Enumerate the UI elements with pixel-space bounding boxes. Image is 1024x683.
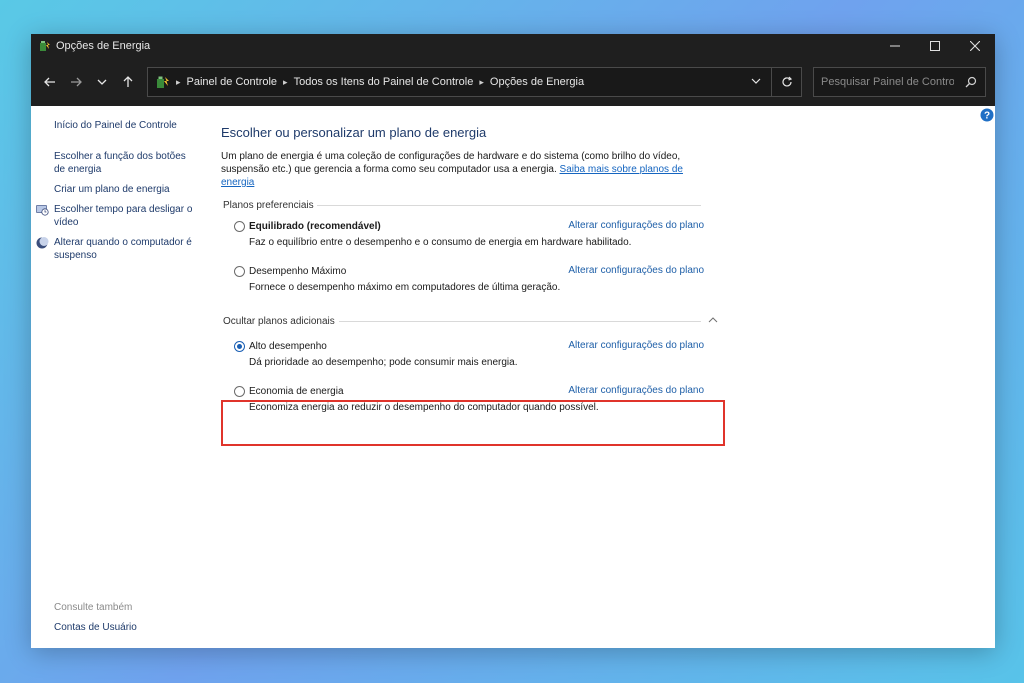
- plan-description: Fornece o desempenho máximo em computado…: [249, 282, 561, 293]
- page-title: Escolher ou personalizar um plano de ene…: [221, 125, 487, 140]
- sidebar-item-label: Alterar quando o computador é suspenso: [54, 237, 192, 261]
- breadcrumb-separator-icon: ▸: [176, 76, 181, 87]
- preferred-plans-label: Planos preferenciais: [223, 200, 314, 211]
- close-icon: [970, 41, 980, 51]
- change-plan-settings-link[interactable]: Alterar configurações do plano: [568, 220, 704, 231]
- search-input[interactable]: [814, 76, 954, 88]
- plan-high-performance: Alto desempenho Alterar configurações do…: [234, 340, 704, 368]
- address-dropdown-button[interactable]: [751, 76, 761, 89]
- content-area: Início do Painel de Controle Escolher a …: [31, 106, 995, 648]
- plan-name[interactable]: Alto desempenho: [249, 341, 327, 352]
- search-box[interactable]: [813, 67, 986, 97]
- minimize-icon: [890, 45, 900, 47]
- plan-description: Faz o equilíbrio entre o desempenho e o …: [249, 237, 632, 248]
- power-options-icon: [40, 41, 50, 51]
- control-panel-icon: [157, 76, 169, 88]
- search-icon[interactable]: [965, 76, 977, 88]
- see-also-label: Consulte também: [54, 602, 133, 613]
- plan-power-saver-radio[interactable]: [234, 386, 245, 397]
- plan-name[interactable]: Equilibrado (recomendável): [249, 221, 381, 232]
- plan-name[interactable]: Economia de energia: [249, 386, 344, 397]
- recent-locations-button[interactable]: [89, 69, 115, 95]
- maximize-icon: [930, 41, 940, 51]
- back-button[interactable]: [37, 69, 63, 95]
- hide-additional-plans-label[interactable]: Ocultar planos adicionais: [223, 316, 335, 327]
- plan-name[interactable]: Desempenho Máximo: [249, 266, 346, 277]
- breadcrumb-power-options[interactable]: Opções de Energia: [490, 76, 584, 88]
- window-controls: [875, 34, 995, 58]
- title-bar: Opções de Energia: [31, 34, 995, 58]
- moon-icon: [36, 237, 49, 249]
- close-button[interactable]: [955, 34, 995, 58]
- group-divider: [317, 205, 701, 206]
- address-bar[interactable]: ▸ Painel de Controle ▸ Todos os Itens do…: [147, 67, 802, 97]
- plan-ultimate-radio[interactable]: [234, 266, 245, 277]
- plan-description: Economiza energia ao reduzir o desempenh…: [249, 402, 599, 413]
- chevron-up-icon[interactable]: [708, 316, 718, 324]
- sidebar-link-create-plan[interactable]: Criar um plano de energia: [54, 183, 170, 196]
- plan-high-performance-radio[interactable]: [234, 341, 245, 352]
- arrow-up-icon: [123, 76, 133, 87]
- breadcrumb-separator-icon: ▸: [479, 76, 484, 87]
- power-options-window: Opções de Energia ▸ Painel de Controle ▸…: [31, 34, 995, 648]
- arrow-right-icon: [71, 77, 82, 87]
- breadcrumb-all-items[interactable]: Todos os Itens do Painel de Controle: [294, 76, 474, 88]
- breadcrumb-control-panel[interactable]: Painel de Controle: [187, 76, 278, 88]
- sidebar-link-home[interactable]: Início do Painel de Controle: [54, 119, 177, 132]
- refresh-icon: [781, 76, 792, 87]
- change-plan-settings-link[interactable]: Alterar configurações do plano: [568, 340, 704, 351]
- group-divider: [339, 321, 701, 322]
- up-button[interactable]: [115, 69, 141, 95]
- plan-power-saver: Economia de energia Alterar configuraçõe…: [234, 385, 704, 413]
- plan-balanced-radio[interactable]: [234, 221, 245, 232]
- svg-text:?: ?: [984, 111, 990, 122]
- monitor-clock-icon: [36, 205, 49, 216]
- sidebar-link-sleep[interactable]: Alterar quando o computador é suspenso: [35, 236, 199, 262]
- help-icon[interactable]: ?: [980, 108, 994, 122]
- change-plan-settings-link[interactable]: Alterar configurações do plano: [568, 265, 704, 276]
- refresh-button[interactable]: [771, 68, 801, 96]
- sidebar-link-display-off[interactable]: Escolher tempo para desligar o vídeo: [35, 203, 199, 229]
- change-plan-settings-link[interactable]: Alterar configurações do plano: [568, 385, 704, 396]
- sidebar-link-power-buttons[interactable]: Escolher a função dos botões de energia: [54, 150, 199, 176]
- forward-button[interactable]: [63, 69, 89, 95]
- sidebar-link-user-accounts[interactable]: Contas de Usuário: [54, 621, 137, 634]
- maximize-button[interactable]: [915, 34, 955, 58]
- chevron-down-icon: [751, 78, 761, 84]
- plan-description: Dá prioridade ao desempenho; pode consum…: [249, 357, 518, 368]
- plan-balanced: Equilibrado (recomendável) Alterar confi…: [234, 220, 704, 248]
- minimize-button[interactable]: [875, 34, 915, 58]
- chevron-down-icon: [97, 79, 107, 85]
- navigation-bar: ▸ Painel de Controle ▸ Todos os Itens do…: [31, 58, 995, 106]
- sidebar: Início do Painel de Controle Escolher a …: [31, 106, 209, 648]
- arrow-left-icon: [44, 77, 55, 87]
- breadcrumb-separator-icon: ▸: [283, 76, 288, 87]
- window-title: Opções de Energia: [56, 40, 151, 52]
- page-description: Um plano de energia é uma coleção de con…: [221, 150, 701, 189]
- plan-ultimate-performance: Desempenho Máximo Alterar configurações …: [234, 265, 704, 293]
- sidebar-item-label: Escolher tempo para desligar o vídeo: [54, 204, 193, 228]
